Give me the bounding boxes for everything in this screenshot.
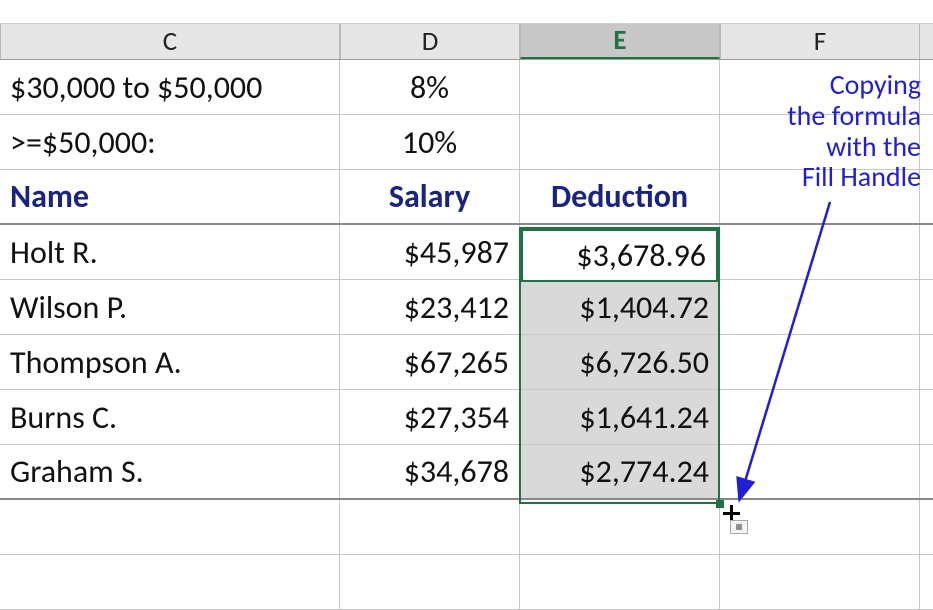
column-header-e[interactable]: E <box>520 24 720 59</box>
annotation-line: with the <box>787 132 921 163</box>
header-salary[interactable]: Salary <box>340 170 520 223</box>
empty-row <box>0 500 933 555</box>
table-row: Graham S. $34,678 $2,774.24 <box>0 445 933 500</box>
cell-salary[interactable]: $34,678 <box>340 445 520 498</box>
row-top-spacer <box>0 0 933 24</box>
cell-deduction[interactable]: $2,774.24 <box>520 445 720 498</box>
table-row: Wilson P. $23,412 $1,404.72 <box>0 280 933 335</box>
column-header-f[interactable]: F <box>720 24 920 59</box>
column-header-d[interactable]: D <box>340 24 520 59</box>
empty-cell[interactable] <box>720 225 920 279</box>
cell-deduction[interactable]: $3,678.96 <box>520 225 720 279</box>
cell-deduction[interactable]: $6,726.50 <box>520 335 720 389</box>
rule-label[interactable]: $30,000 to $50,000 <box>0 60 340 114</box>
header-name[interactable]: Name <box>0 170 340 223</box>
cell-name[interactable]: Graham S. <box>0 445 340 498</box>
empty-cell[interactable] <box>520 500 720 554</box>
empty-cell[interactable] <box>340 500 520 554</box>
empty-cell[interactable] <box>340 555 520 609</box>
empty-row <box>0 555 933 610</box>
cell-salary[interactable]: $23,412 <box>340 280 520 334</box>
cell-deduction[interactable]: $1,641.24 <box>520 390 720 444</box>
empty-cell[interactable] <box>520 555 720 609</box>
empty-cell[interactable] <box>720 445 920 498</box>
empty-cell[interactable] <box>520 60 720 114</box>
annotation-line: the formula <box>787 101 921 132</box>
empty-cell[interactable] <box>720 555 920 609</box>
cell-name[interactable]: Thompson A. <box>0 335 340 389</box>
empty-cell[interactable] <box>720 390 920 444</box>
rule-pct[interactable]: 10% <box>340 115 520 169</box>
table-row: Holt R. $45,987 $3,678.96 <box>0 225 933 280</box>
rule-label[interactable]: >=$50,000: <box>0 115 340 169</box>
cell-deduction[interactable]: $1,404.72 <box>520 280 720 334</box>
empty-cell[interactable] <box>0 555 340 609</box>
column-headers: C D E F <box>0 24 933 60</box>
annotation-line: Fill Handle <box>787 162 921 193</box>
rule-pct[interactable]: 8% <box>340 60 520 114</box>
annotation-text: Copying the formula with the Fill Handle <box>787 70 921 193</box>
empty-cell[interactable] <box>720 280 920 334</box>
empty-cell[interactable] <box>720 335 920 389</box>
cell-name[interactable]: Holt R. <box>0 225 340 279</box>
cell-name[interactable]: Wilson P. <box>0 280 340 334</box>
column-header-c[interactable]: C <box>0 24 340 59</box>
header-deduction[interactable]: Deduction <box>520 170 720 223</box>
empty-cell[interactable] <box>520 115 720 169</box>
annotation-line: Copying <box>787 70 921 101</box>
cell-salary[interactable]: $27,354 <box>340 390 520 444</box>
cell-salary[interactable]: $67,265 <box>340 335 520 389</box>
empty-cell[interactable] <box>0 500 340 554</box>
cell-name[interactable]: Burns C. <box>0 390 340 444</box>
cell-salary[interactable]: $45,987 <box>340 225 520 279</box>
autofill-options-button[interactable]: ▦ <box>730 520 748 534</box>
table-row: Burns C. $27,354 $1,641.24 <box>0 390 933 445</box>
empty-cell[interactable] <box>720 500 920 554</box>
table-row: Thompson A. $67,265 $6,726.50 <box>0 335 933 390</box>
